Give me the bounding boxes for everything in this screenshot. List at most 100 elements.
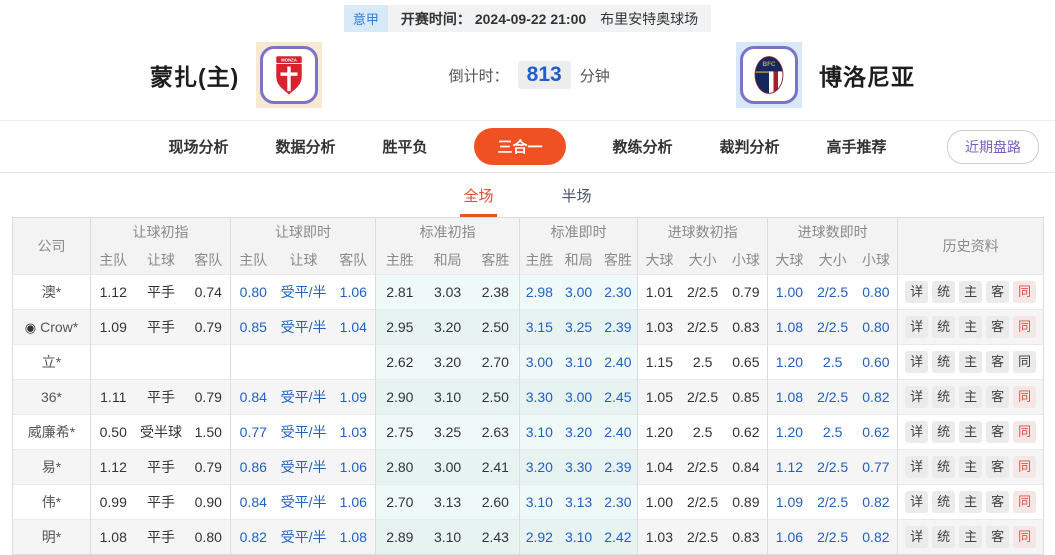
history-same-button[interactable]: 同 xyxy=(1013,316,1036,338)
odds-cell[interactable]: 1.03 xyxy=(332,415,376,450)
odds-cell[interactable]: 3.10 xyxy=(424,380,472,415)
odds-cell[interactable]: 0.82 xyxy=(855,520,898,555)
odds-cell[interactable]: 2.98 xyxy=(520,275,559,310)
odds-cell[interactable]: 2/2.5 xyxy=(681,485,725,520)
history-home-button[interactable]: 主 xyxy=(959,421,982,443)
odds-cell[interactable]: 1.09 xyxy=(332,380,376,415)
history-home-button[interactable]: 主 xyxy=(959,281,982,303)
history-stats-button[interactable]: 统 xyxy=(932,316,955,338)
history-stats-button[interactable]: 统 xyxy=(932,421,955,443)
odds-cell[interactable]: 2.5 xyxy=(681,345,725,380)
odds-cell[interactable]: 1.04 xyxy=(638,450,681,485)
odds-cell[interactable]: 0.80 xyxy=(231,275,276,310)
odds-cell[interactable]: 1.11 xyxy=(91,380,136,415)
odds-cell[interactable]: 2/2.5 xyxy=(811,450,855,485)
history-detail-button[interactable]: 详 xyxy=(905,456,928,478)
odds-cell[interactable]: 受平/半 xyxy=(276,275,332,310)
odds-cell[interactable]: 2.81 xyxy=(376,275,424,310)
odds-cell[interactable]: 0.77 xyxy=(855,450,898,485)
odds-cell[interactable]: 3.00 xyxy=(559,380,599,415)
odds-cell[interactable]: 0.86 xyxy=(231,450,276,485)
odds-cell[interactable]: 1.06 xyxy=(332,275,376,310)
history-same-button[interactable]: 同 xyxy=(1013,526,1036,548)
odds-cell[interactable]: 1.05 xyxy=(638,380,681,415)
odds-cell[interactable]: 1.08 xyxy=(768,310,811,345)
odds-cell[interactable]: 2/2.5 xyxy=(811,275,855,310)
odds-cell[interactable]: 受平/半 xyxy=(276,485,332,520)
odds-cell[interactable]: 2/2.5 xyxy=(681,520,725,555)
odds-cell[interactable]: 1.09 xyxy=(91,310,136,345)
odds-cell[interactable]: 1.01 xyxy=(638,275,681,310)
odds-cell[interactable]: 3.10 xyxy=(559,345,599,380)
odds-cell[interactable]: 3.25 xyxy=(559,310,599,345)
odds-cell[interactable]: 3.00 xyxy=(559,275,599,310)
history-home-button[interactable]: 主 xyxy=(959,491,982,513)
odds-cell[interactable]: 3.10 xyxy=(520,485,559,520)
odds-cell[interactable]: 2.45 xyxy=(599,380,638,415)
odds-cell[interactable]: 0.83 xyxy=(725,520,768,555)
odds-cell[interactable]: 0.79 xyxy=(725,275,768,310)
odds-cell[interactable]: 0.85 xyxy=(725,380,768,415)
odds-cell[interactable]: 受平/半 xyxy=(276,380,332,415)
odds-cell[interactable]: 2/2.5 xyxy=(811,310,855,345)
odds-cell[interactable]: 1.00 xyxy=(638,485,681,520)
odds-cell[interactable]: 3.25 xyxy=(424,415,472,450)
tab-half-match[interactable]: 半场 xyxy=(559,185,595,217)
odds-cell[interactable]: 2.43 xyxy=(472,520,520,555)
odds-cell[interactable]: 3.20 xyxy=(424,310,472,345)
odds-cell[interactable]: 1.20 xyxy=(768,415,811,450)
odds-cell[interactable]: 3.13 xyxy=(559,485,599,520)
odds-cell[interactable]: 1.06 xyxy=(768,520,811,555)
odds-cell[interactable]: 2.50 xyxy=(472,380,520,415)
nav-tab[interactable]: 胜平负 xyxy=(382,136,427,157)
odds-cell[interactable]: 2/2.5 xyxy=(681,450,725,485)
history-away-button[interactable]: 客 xyxy=(986,456,1009,478)
tab-full-match[interactable]: 全场 xyxy=(460,185,496,217)
odds-cell[interactable]: 0.74 xyxy=(187,275,231,310)
odds-cell[interactable]: 1.12 xyxy=(768,450,811,485)
odds-cell[interactable]: 2.62 xyxy=(376,345,424,380)
odds-cell[interactable]: 1.20 xyxy=(768,345,811,380)
odds-cell[interactable]: 3.03 xyxy=(424,275,472,310)
odds-cell[interactable]: 2.75 xyxy=(376,415,424,450)
odds-cell[interactable]: 3.20 xyxy=(424,345,472,380)
odds-cell[interactable]: 2/2.5 xyxy=(811,485,855,520)
history-same-button[interactable]: 同 xyxy=(1013,281,1036,303)
odds-cell[interactable]: 平手 xyxy=(136,450,187,485)
odds-cell[interactable]: 2.38 xyxy=(472,275,520,310)
odds-cell[interactable]: 0.80 xyxy=(855,275,898,310)
odds-cell[interactable]: 1.06 xyxy=(332,485,376,520)
history-stats-button[interactable]: 统 xyxy=(932,526,955,548)
odds-cell[interactable]: 2.40 xyxy=(599,345,638,380)
odds-cell[interactable]: 0.80 xyxy=(187,520,231,555)
odds-cell[interactable]: 2.89 xyxy=(376,520,424,555)
history-home-button[interactable]: 主 xyxy=(959,526,982,548)
nav-tab[interactable]: 教练分析 xyxy=(613,136,673,157)
history-stats-button[interactable]: 统 xyxy=(932,386,955,408)
odds-cell[interactable]: 1.15 xyxy=(638,345,681,380)
odds-cell[interactable]: 平手 xyxy=(136,520,187,555)
history-stats-button[interactable]: 统 xyxy=(932,456,955,478)
history-home-button[interactable]: 主 xyxy=(959,351,982,373)
odds-cell[interactable]: 0.79 xyxy=(187,450,231,485)
odds-cell[interactable]: 0.85 xyxy=(231,310,276,345)
odds-cell[interactable]: 0.99 xyxy=(91,485,136,520)
odds-cell[interactable]: 1.00 xyxy=(768,275,811,310)
odds-cell[interactable]: 2.41 xyxy=(472,450,520,485)
odds-cell[interactable]: 2/2.5 xyxy=(811,380,855,415)
odds-cell[interactable]: 2.95 xyxy=(376,310,424,345)
odds-cell[interactable]: 受平/半 xyxy=(276,310,332,345)
history-same-button[interactable]: 同 xyxy=(1013,386,1036,408)
history-same-button[interactable]: 同 xyxy=(1013,351,1036,373)
history-home-button[interactable]: 主 xyxy=(959,316,982,338)
history-detail-button[interactable]: 详 xyxy=(905,351,928,373)
odds-cell[interactable]: 2/2.5 xyxy=(681,275,725,310)
odds-cell[interactable]: 2/2.5 xyxy=(681,310,725,345)
odds-cell[interactable]: 0.82 xyxy=(231,520,276,555)
odds-cell[interactable]: 平手 xyxy=(136,310,187,345)
odds-cell[interactable]: 2.70 xyxy=(472,345,520,380)
history-stats-button[interactable]: 统 xyxy=(932,491,955,513)
nav-tab[interactable]: 现场分析 xyxy=(168,136,228,157)
odds-cell[interactable]: 3.30 xyxy=(559,450,599,485)
odds-cell[interactable]: 2.30 xyxy=(599,485,638,520)
